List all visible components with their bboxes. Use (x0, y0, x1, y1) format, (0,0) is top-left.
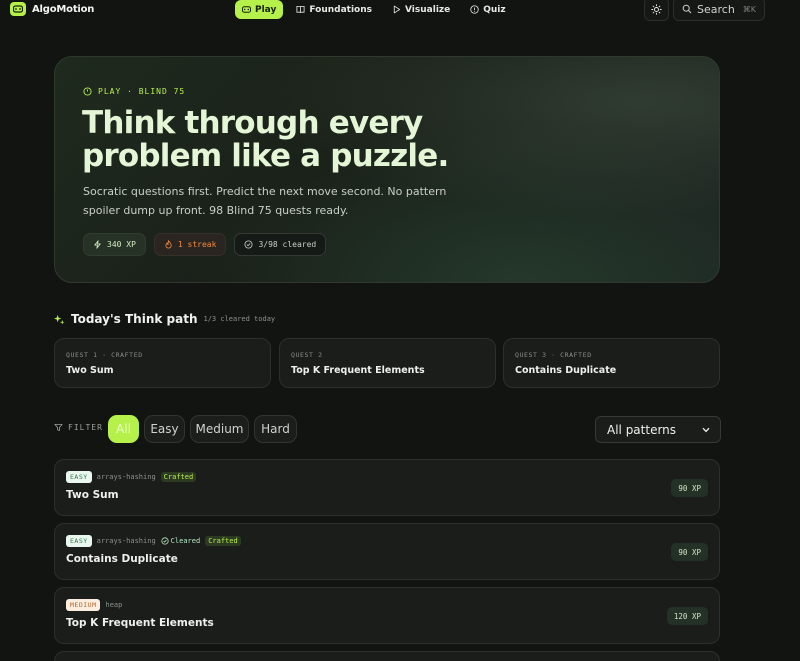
cleared-badge: Cleared (161, 537, 201, 545)
hero-subtitle: Socratic questions first. Predict the ne… (83, 185, 447, 217)
nav-foundations-label: Foundations (309, 4, 372, 15)
nav-quiz-label: Quiz (483, 4, 506, 15)
difficulty-badge: EASY (66, 471, 92, 483)
nav-quiz[interactable]: Quiz (463, 0, 512, 19)
xp-badge: 90 XP (671, 479, 708, 497)
problem-card-contains-duplicate[interactable]: EASY arrays-hashing Cleared Crafted Cont… (54, 523, 720, 580)
filter-easy-button[interactable]: Easy (144, 415, 185, 443)
theme-toggle-button[interactable] (644, 0, 669, 21)
pattern-select-value: All patterns (607, 422, 677, 437)
card-tags: EASY arrays-hashing Cleared Crafted (66, 535, 241, 547)
filter-label: FILTER (54, 423, 103, 432)
card-tags: MEDIUM heap (66, 599, 122, 611)
xp-badge: 120 XP (666, 607, 708, 625)
search-icon (682, 4, 692, 14)
streak-chip-label: 1 streak (177, 240, 217, 249)
quest-card-2[interactable]: QUEST 2 Top K Frequent Elements (279, 338, 496, 388)
problem-title: Two Sum (66, 489, 119, 501)
card-tags: EASY arrays-hashing Crafted (66, 471, 197, 483)
cleared-badge-label: Cleared (170, 537, 201, 545)
xp-chip-label: 340 XP (107, 240, 136, 249)
play-icon (393, 5, 401, 14)
check-circle-icon (244, 240, 253, 249)
book-icon (296, 5, 305, 13)
brand[interactable]: AlgoMotion (10, 2, 94, 16)
clock-icon (83, 87, 92, 96)
chevron-down-icon (702, 427, 710, 432)
hero-card: PLAY · BLIND 75 Think through every prob… (54, 56, 720, 283)
flame-icon (165, 240, 172, 249)
xp-chip: 340 XP (83, 233, 146, 256)
sun-icon (651, 3, 662, 15)
nav-visualize[interactable]: Visualize (385, 0, 457, 19)
problem-card-top-k-frequent[interactable]: MEDIUM heap Top K Frequent Elements 120 … (54, 587, 720, 644)
zap-icon (94, 240, 101, 249)
crafted-badge: Crafted (205, 536, 241, 546)
help-circle-icon (470, 5, 479, 14)
brand-name: AlgoMotion (32, 3, 95, 15)
difficulty-badge: MEDIUM (66, 599, 101, 611)
today-path-progress: 1/3 cleared today (203, 315, 276, 323)
filter-label-text: FILTER (68, 423, 103, 432)
nav-play-label: Play (255, 4, 277, 15)
problem-title: Top K Frequent Elements (66, 617, 214, 629)
problem-card-next[interactable] (54, 651, 720, 661)
problem-title: Contains Duplicate (66, 553, 178, 565)
cleared-chip-label: 3/98 cleared (258, 240, 317, 249)
search-shortcut: ⌘K (742, 4, 756, 14)
today-path-header: Today's Think path 1/3 cleared today (54, 312, 275, 326)
sparkles-icon (54, 314, 65, 325)
xp-badge: 90 XP (671, 543, 708, 561)
search-label: Search (697, 2, 735, 16)
top-nav: AlgoMotion Play Foundations Visualize Qu… (0, 0, 800, 21)
nav-play[interactable]: Play (235, 0, 284, 19)
pattern-tag: arrays-hashing (96, 537, 156, 545)
filter-icon (54, 423, 63, 432)
quest-card-1[interactable]: QUEST 1 · CRAFTED Two Sum (54, 338, 271, 388)
pattern-tag: heap (105, 601, 123, 609)
nav-links: Play Foundations Visualize Quiz (235, 0, 513, 19)
crafted-badge: Crafted (160, 472, 197, 482)
difficulty-badge: EASY (66, 535, 92, 547)
hero-eyebrow-label: PLAY · BLIND 75 (98, 87, 186, 96)
search-button[interactable]: Search ⌘K (673, 0, 765, 21)
filter-all-button[interactable]: All (108, 415, 139, 443)
hero-eyebrow: PLAY · BLIND 75 (83, 87, 185, 96)
nav-visualize-label: Visualize (405, 4, 451, 15)
pattern-select[interactable]: All patterns (595, 416, 721, 443)
problem-card-two-sum[interactable]: EASY arrays-hashing Crafted Two Sum 90 X… (54, 459, 720, 516)
quest-name: Contains Duplicate (515, 365, 617, 376)
quest-name: Two Sum (66, 365, 114, 376)
hero-stats: 340 XP 1 streak 3/98 cleared (83, 233, 327, 256)
quest-meta: QUEST 1 · CRAFTED (66, 351, 143, 359)
hero-title: Think through every problem like a puzzl… (82, 105, 449, 174)
filter-hard-button[interactable]: Hard (254, 415, 297, 443)
pattern-tag: arrays-hashing (96, 473, 156, 481)
quest-card-3[interactable]: QUEST 3 · CRAFTED Contains Duplicate (503, 338, 720, 388)
quest-name: Top K Frequent Elements (291, 365, 425, 376)
quest-meta: QUEST 3 · CRAFTED (515, 351, 592, 359)
gamepad-icon (10, 2, 26, 16)
gamepad-icon (242, 6, 251, 13)
nav-foundations[interactable]: Foundations (289, 0, 379, 19)
filter-medium-button[interactable]: Medium (190, 415, 249, 443)
today-path-title: Today's Think path (71, 312, 198, 326)
streak-chip: 1 streak (153, 233, 227, 256)
check-circle-icon (161, 537, 169, 545)
quest-meta: QUEST 2 (291, 351, 323, 359)
cleared-chip: 3/98 cleared (234, 233, 327, 256)
